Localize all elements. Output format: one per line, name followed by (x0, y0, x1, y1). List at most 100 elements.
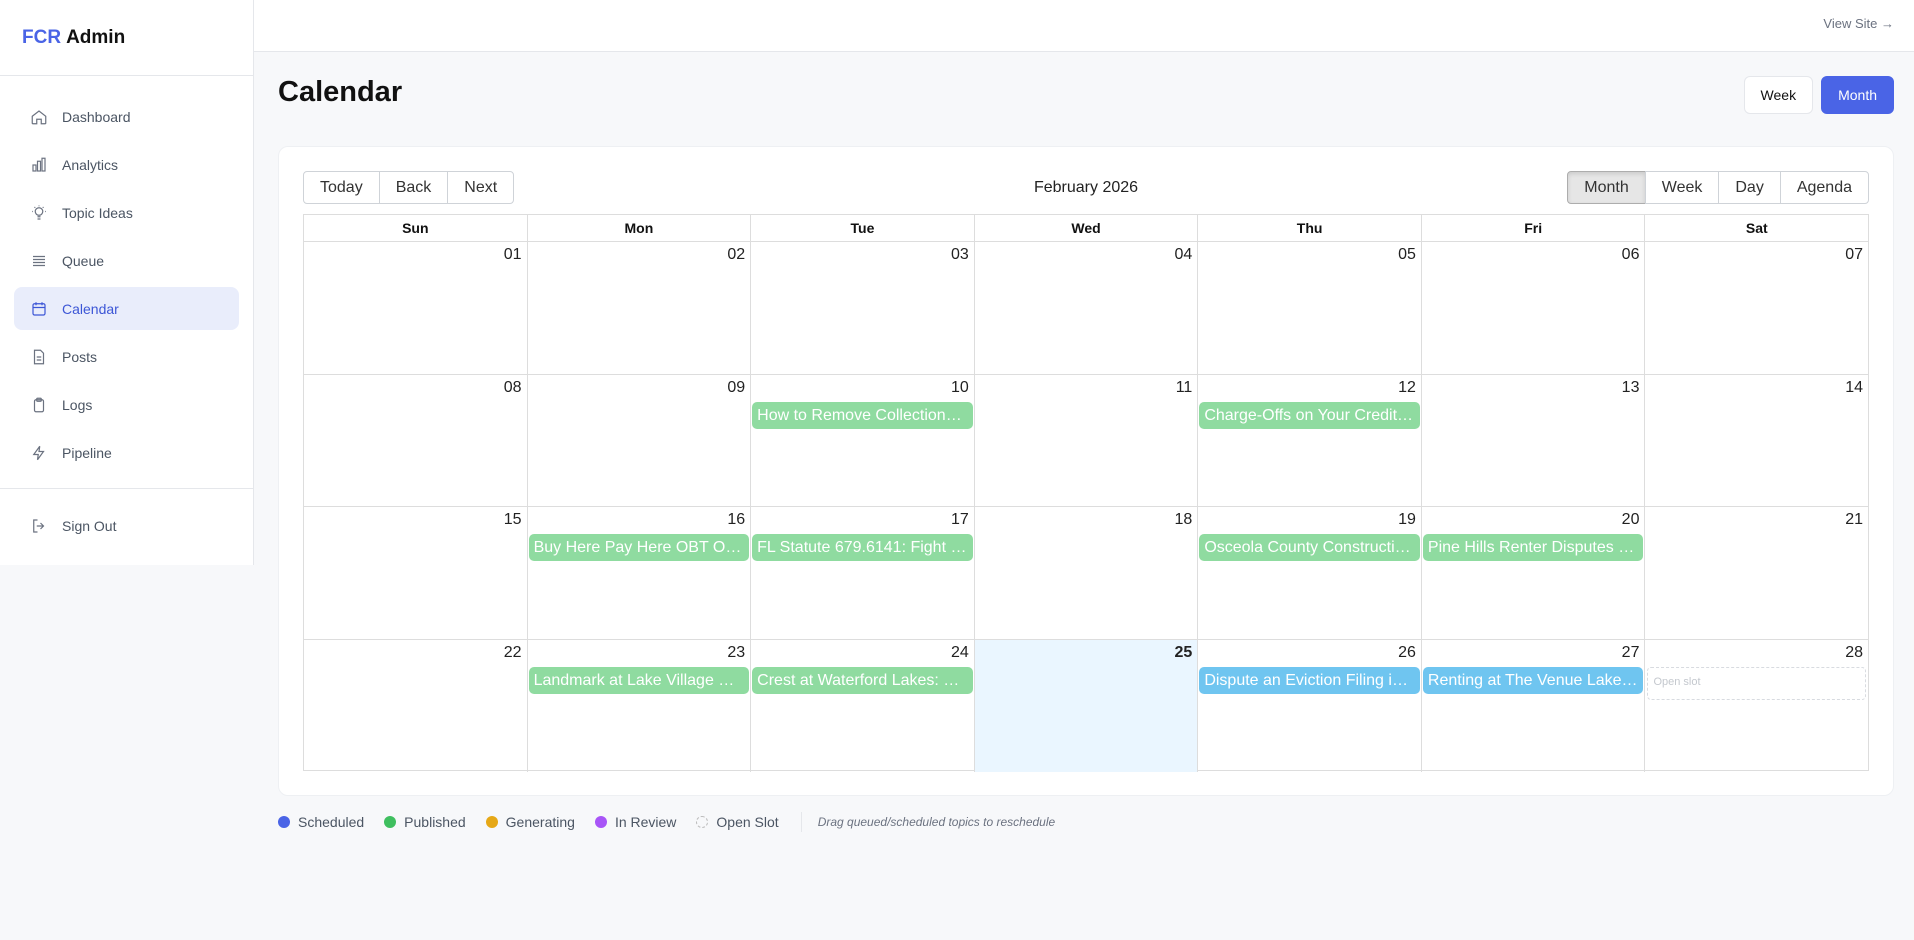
day-number[interactable]: 23 (727, 644, 745, 662)
calendar-event-published[interactable]: How to Remove Collections From Your Cred… (752, 401, 973, 429)
day-number[interactable]: 17 (951, 511, 969, 529)
calendar-day[interactable]: 23 Landmark at Lake Village Deposit Dispu… (526, 639, 751, 772)
calendar-week-button[interactable]: Week (1644, 171, 1720, 204)
calendar-agenda-button[interactable]: Agenda (1779, 171, 1869, 204)
calendar-day[interactable]: 12 Charge-Offs on Your Credit Report (1197, 374, 1421, 506)
calendar-day[interactable]: 06 (1420, 242, 1645, 374)
day-number[interactable]: 18 (1175, 511, 1193, 529)
legend-label: Published (404, 814, 466, 830)
calendar-event-published[interactable]: Crest at Waterford Lakes: Hidden Fees (752, 666, 973, 694)
calendar-day[interactable]: 14 (1644, 374, 1868, 506)
day-number[interactable]: 14 (1845, 379, 1863, 397)
sidebar-item-topic-ideas[interactable]: Topic Ideas (14, 191, 239, 234)
calendar-day[interactable]: 10 How to Remove Collections From Your Cr… (750, 374, 974, 506)
calendar-day[interactable]: 22 (304, 640, 527, 773)
legend-dot-icon (278, 816, 290, 828)
sidebar-item-calendar[interactable]: Calendar (14, 287, 239, 330)
calendar-day[interactable]: 24 Crest at Waterford Lakes: Hidden Fees (750, 639, 974, 772)
calendar-event-published[interactable]: FL Statute 679.6141: Fight Repossession (752, 534, 973, 561)
day-number[interactable]: 11 (1176, 379, 1193, 397)
sidebar-item-label: Dashboard (62, 108, 131, 125)
day-number[interactable]: 04 (1175, 246, 1193, 264)
back-button[interactable]: Back (378, 171, 449, 204)
sidebar-item-label: Analytics (62, 156, 119, 173)
legend-separator (800, 812, 802, 832)
day-number[interactable]: 02 (727, 246, 745, 264)
calendar-day[interactable]: 11 (973, 374, 1198, 506)
calendar-event-scheduled[interactable]: Renting at The Venue Lake Nona (1422, 666, 1644, 694)
legend-hint: Drag queued/scheduled topics to reschedu… (817, 815, 1056, 829)
calendar-day[interactable]: 27 Renting at The Venue Lake Nona (1420, 639, 1645, 772)
day-number[interactable]: 07 (1845, 246, 1863, 264)
calendar-day[interactable]: 26 Dispute an Eviction Filing in Orange C… (1197, 639, 1421, 772)
day-number[interactable]: 09 (727, 379, 745, 397)
lightning-icon (30, 444, 48, 462)
calendar-day[interactable]: 02 (526, 242, 751, 374)
calendar-day[interactable]: 19 Osceola County Construction Liens (1197, 507, 1421, 639)
lightbulb-icon (30, 204, 48, 222)
calendar-event-published[interactable]: Pine Hills Renter Disputes Fees (1422, 534, 1644, 561)
month-view-button[interactable]: Month (1821, 76, 1894, 114)
calendar-day[interactable]: 15 (304, 507, 527, 639)
day-number[interactable]: 03 (951, 246, 969, 264)
calendar-day[interactable]: 03 (750, 242, 974, 374)
calendar-day[interactable]: 18 (973, 507, 1198, 639)
day-number[interactable]: 27 (1622, 644, 1640, 662)
calendar-day-today[interactable]: 25 (973, 639, 1198, 772)
calendar-day[interactable]: 21 (1644, 507, 1868, 639)
today-button[interactable]: Today (303, 171, 380, 204)
sidebar-item-posts[interactable]: Posts (14, 335, 239, 378)
day-number[interactable]: 01 (504, 246, 522, 264)
day-number[interactable]: 20 (1622, 511, 1640, 529)
day-number[interactable]: 10 (951, 379, 969, 397)
calendar-day[interactable]: 04 (973, 242, 1198, 374)
calendar-day[interactable]: 09 (526, 374, 751, 506)
calendar-day[interactable]: 28 Open slot (1644, 639, 1868, 772)
day-number[interactable]: 25 (1175, 644, 1193, 662)
calendar-icon (30, 300, 48, 318)
calendar-event-published[interactable]: Osceola County Construction Liens (1199, 534, 1420, 561)
sidebar-item-pipeline[interactable]: Pipeline (14, 431, 239, 474)
sign-out-button[interactable]: Sign Out (14, 504, 239, 547)
sidebar-item-label: Pipeline (62, 444, 112, 461)
day-number[interactable]: 24 (951, 644, 969, 662)
day-number[interactable]: 06 (1622, 246, 1640, 264)
day-number[interactable]: 08 (504, 379, 522, 397)
day-number[interactable]: 26 (1398, 644, 1416, 662)
sidebar-item-analytics[interactable]: Analytics (14, 143, 239, 186)
legend-dot-icon (485, 816, 498, 828)
calendar-day[interactable]: 05 (1197, 242, 1421, 374)
day-number[interactable]: 28 (1845, 644, 1863, 662)
calendar-month-button[interactable]: Month (1567, 171, 1646, 204)
calendar-event-published[interactable]: Landmark at Lake Village Deposit Dispute… (528, 666, 750, 694)
day-number[interactable]: 22 (504, 644, 522, 662)
view-site-link[interactable]: View Site → (1823, 16, 1894, 31)
day-number[interactable]: 15 (504, 511, 522, 529)
calendar-event-scheduled[interactable]: Dispute an Eviction Filing in Orange Cou… (1199, 666, 1420, 694)
calendar-day[interactable]: 17 FL Statute 679.6141: Fight Repossessio… (750, 507, 974, 639)
calendar-day[interactable]: 13 (1420, 374, 1645, 506)
calendar-day[interactable]: 08 (304, 375, 527, 507)
calendar-day-button[interactable]: Day (1718, 171, 1781, 204)
week-view-button[interactable]: Week (1743, 76, 1814, 114)
sidebar-item-dashboard[interactable]: Dashboard (14, 95, 239, 138)
calendar-nav-group: Today Back Next (303, 171, 515, 204)
next-button[interactable]: Next (447, 171, 515, 204)
open-slot[interactable]: Open slot (1647, 666, 1867, 700)
calendar-day[interactable]: 07 (1644, 242, 1868, 374)
calendar-day[interactable]: 01 (304, 242, 527, 374)
sidebar-item-queue[interactable]: Queue (14, 239, 239, 282)
calendar-event-published[interactable]: Buy Here Pay Here OBT Orlando (528, 534, 750, 561)
day-number[interactable]: 05 (1398, 246, 1416, 264)
day-number[interactable]: 19 (1398, 511, 1416, 529)
brand-logo[interactable]: FCR Admin (0, 0, 253, 76)
sidebar-item-logs[interactable]: Logs (14, 383, 239, 426)
calendar-day[interactable]: 16 Buy Here Pay Here OBT Orlando (526, 507, 751, 639)
calendar-week-row: 22 23 Landmark at Lake Village Deposit Dis… (304, 639, 1868, 773)
day-number[interactable]: 13 (1622, 379, 1640, 397)
calendar-event-published[interactable]: Charge-Offs on Your Credit Report (1199, 401, 1420, 429)
calendar-day[interactable]: 20 Pine Hills Renter Disputes Fees (1420, 507, 1645, 639)
day-number[interactable]: 21 (1845, 511, 1863, 529)
day-number[interactable]: 12 (1398, 379, 1416, 397)
day-number[interactable]: 16 (727, 511, 745, 529)
